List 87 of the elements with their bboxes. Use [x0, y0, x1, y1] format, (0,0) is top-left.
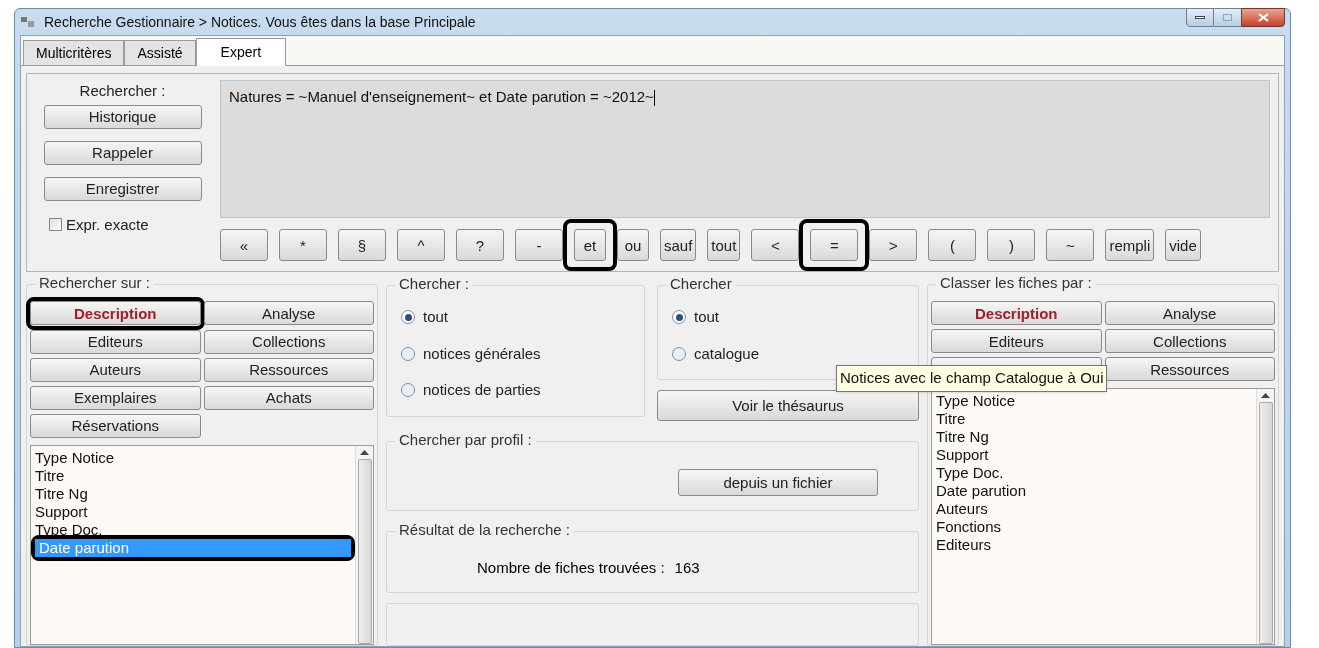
category-button[interactable]: Achats — [203, 385, 374, 410]
category-button[interactable]: Collections — [1104, 329, 1275, 353]
operator-button[interactable]: * — [279, 229, 327, 261]
category-button[interactable]: Ressources — [1104, 357, 1275, 381]
radio-button[interactable] — [401, 383, 415, 398]
category-button[interactable]: Description — [931, 301, 1102, 325]
operator-button[interactable]: tout — [707, 229, 741, 261]
radio-button[interactable] — [672, 346, 686, 361]
radio-button[interactable] — [672, 310, 686, 325]
query-field[interactable]: Natures = ~Manuel d'enseignement~ et Date parution = ~2012~ — [220, 80, 1270, 218]
scrollbar[interactable] — [355, 445, 373, 644]
radio-label: notices générales — [423, 343, 541, 364]
radio-label: notices de parties — [423, 380, 541, 400]
window-title: Recherche Gestionnaire > Notices. Vous êtes dans la base Principale — [44, 12, 476, 32]
list-item[interactable]: Titre — [932, 410, 1256, 428]
list-item[interactable]: Type Doc. — [932, 464, 1256, 482]
category-button[interactable]: Analyse — [203, 301, 374, 325]
list-item[interactable]: Titre Ng — [31, 484, 355, 503]
category-button[interactable]: Ressources — [203, 357, 374, 382]
category-button[interactable]: Editeurs — [30, 329, 201, 354]
operator-button[interactable]: ( — [928, 229, 977, 261]
category-button[interactable]: Auteurs — [30, 357, 201, 382]
operator-button[interactable]: ou — [617, 229, 649, 261]
operator-button[interactable]: = — [810, 229, 859, 261]
group-title: Résultat de la recherche : — [395, 522, 574, 537]
group-title: Chercher : — [395, 276, 474, 291]
group-title: Chercher — [666, 276, 736, 291]
scroll-up-icon[interactable] — [1261, 393, 1270, 398]
scroll-up-icon[interactable] — [360, 449, 369, 455]
operator-button[interactable]: ) — [987, 229, 1036, 261]
operator-button[interactable]: § — [338, 229, 386, 261]
side-button[interactable]: Historique — [43, 104, 202, 129]
operator-button[interactable]: ^ — [397, 229, 445, 261]
list-item[interactable]: Auteurs — [932, 500, 1256, 518]
list-item[interactable]: Type Notice — [932, 392, 1256, 410]
list-item[interactable]: Support — [31, 502, 355, 521]
side-button[interactable]: Enregistrer — [43, 176, 202, 201]
list-item[interactable]: Date parution — [932, 482, 1256, 500]
operator-button[interactable]: - — [515, 229, 563, 261]
side-button[interactable]: Rappeler — [43, 140, 202, 165]
operator-button[interactable]: ~ — [1046, 229, 1095, 261]
operator-button[interactable]: sauf — [660, 229, 697, 261]
maximize-button[interactable] — [1214, 8, 1241, 27]
file-button[interactable]: depuis un fichier — [678, 468, 878, 496]
list-item[interactable]: Titre Ng — [932, 428, 1256, 446]
radio-label: tout — [423, 307, 449, 327]
result-count: 163 — [674, 557, 700, 578]
search-label: Rechercher : — [79, 81, 166, 101]
category-button[interactable]: Réservations — [30, 413, 201, 438]
radio-label: catalogue — [694, 343, 760, 364]
tab[interactable]: Assisté — [124, 40, 196, 65]
category-button[interactable]: Collections — [203, 329, 374, 354]
tab[interactable]: Expert — [195, 38, 287, 66]
list-item[interactable]: Titre — [31, 466, 355, 485]
group-title: Classer les fiches par : — [936, 275, 1096, 290]
result-label: Nombre de fiches trouvées : — [477, 557, 665, 578]
checkbox-label: Expr. exacte — [66, 214, 149, 235]
tab[interactable]: Multicritères — [23, 40, 125, 65]
close-button[interactable] — [1241, 8, 1285, 27]
category-button[interactable]: Description — [30, 301, 201, 325]
category-button[interactable]: Editeurs — [931, 329, 1102, 353]
category-button[interactable]: Analyse — [1104, 301, 1275, 325]
radio-button[interactable] — [401, 310, 415, 325]
operator-button[interactable]: « — [220, 229, 268, 261]
category-button[interactable]: Exemplaires — [30, 385, 201, 410]
operator-button[interactable]: rempli — [1105, 229, 1155, 261]
minimize-button[interactable] — [1186, 8, 1214, 27]
list-item[interactable]: Fonctions — [932, 518, 1256, 536]
thesaurus-button[interactable]: Voir le thésaurus — [657, 390, 919, 421]
close-icon[interactable] — [1257, 13, 1269, 22]
list-item[interactable]: Support — [932, 446, 1256, 464]
field-list[interactable]: Type Notice Titre Titre Ng Support Type Doc. Date parution Auteurs Fonctions Editeurs — [931, 388, 1275, 645]
operator-button[interactable]: et — [574, 229, 606, 261]
app-icon — [20, 15, 36, 29]
list-item[interactable]: Editeurs — [932, 536, 1256, 554]
group-title: Chercher par profil : — [395, 432, 536, 447]
operator-button[interactable]: vide — [1165, 229, 1201, 261]
radio-label: tout — [694, 307, 720, 327]
operator-button[interactable]: < — [751, 229, 800, 261]
operator-button[interactable]: > — [869, 229, 918, 261]
scrollbar[interactable] — [1256, 389, 1274, 644]
checkbox[interactable] — [49, 218, 62, 232]
group-title: Rechercher sur : — [35, 275, 154, 290]
tooltip: Notices avec le champ Catalogue à Oui — [836, 365, 1108, 392]
operator-button[interactable]: ? — [456, 229, 504, 261]
radio-button[interactable] — [401, 346, 415, 361]
list-item[interactable]: Type Notice — [31, 448, 355, 467]
